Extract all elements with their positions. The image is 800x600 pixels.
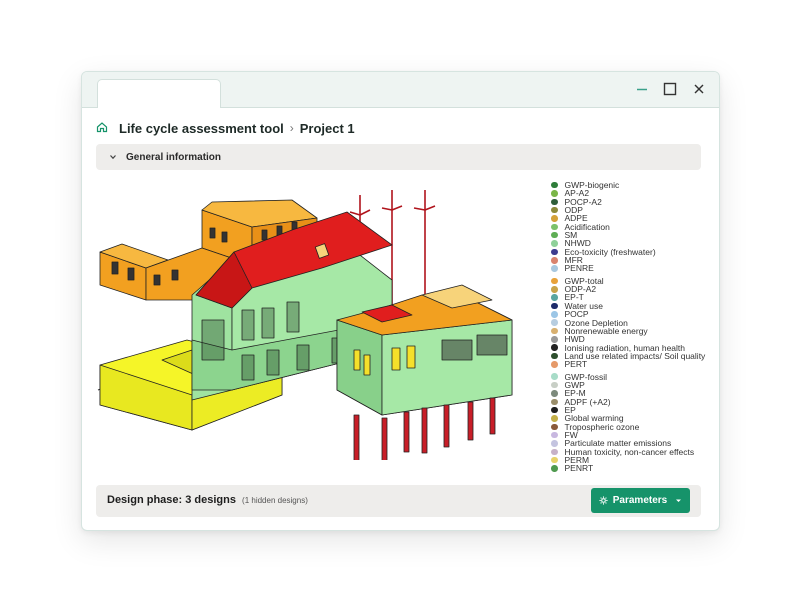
legend-item[interactable]: PERT — [551, 359, 716, 370]
minimize-icon[interactable] — [634, 81, 650, 97]
hidden-designs-note: (1 hidden designs) — [242, 496, 308, 505]
section-title: General information — [126, 151, 222, 163]
impact-legend: GWP-biogenic AP-A2 POCP-A2 ODP ADPE Acidifica… — [551, 181, 716, 477]
building-3d-model[interactable] — [92, 190, 522, 471]
close-icon[interactable] — [691, 81, 707, 97]
legend-swatch — [551, 344, 558, 351]
app-window: Life cycle assessment tool › Project 1 G… — [81, 71, 720, 531]
parameters-button[interactable]: Parameters — [591, 488, 690, 513]
legend-swatch — [551, 327, 558, 335]
legend-swatch — [551, 215, 558, 222]
legend-swatch — [551, 231, 558, 239]
legend-swatch — [551, 257, 558, 264]
legend-swatch — [551, 198, 558, 206]
legend-swatch — [551, 361, 558, 368]
title-bar — [82, 72, 719, 108]
design-phase-label: Design phase: 3 designs — [107, 494, 236, 506]
legend-swatch — [551, 294, 558, 301]
window-tab[interactable] — [97, 79, 221, 108]
legend-swatch — [551, 398, 558, 406]
general-information-toggle[interactable]: General information — [96, 144, 701, 170]
legend-swatch — [551, 277, 558, 285]
legend-swatch — [551, 248, 558, 256]
legend-swatch — [551, 336, 558, 343]
parameters-label: Parameters — [612, 495, 668, 506]
legend-swatch — [551, 286, 558, 293]
legend-swatch — [551, 373, 558, 380]
legend-swatch — [551, 223, 558, 231]
legend-label: PENRT — [564, 463, 594, 474]
breadcrumb: Life cycle assessment tool › Project 1 — [96, 118, 355, 138]
gear-icon — [599, 496, 608, 505]
legend-swatch — [551, 415, 558, 422]
legend-label: PERT — [564, 359, 588, 370]
legend-swatch — [551, 181, 558, 189]
legend-swatch — [551, 440, 558, 447]
legend-swatch — [551, 406, 558, 414]
legend-item[interactable]: PENRE — [551, 263, 716, 274]
breadcrumb-separator: › — [289, 121, 294, 135]
breadcrumb-project: Project 1 — [299, 120, 355, 136]
legend-item[interactable]: PENRT — [551, 463, 716, 474]
legend-swatch — [551, 456, 558, 464]
legend-swatch — [551, 311, 558, 318]
chevron-down-icon — [108, 152, 118, 162]
legend-group: GWP-fossil GWP EP-M ADPF (+A2) EP Global warm… — [551, 372, 716, 474]
legend-swatch — [551, 265, 558, 272]
legend-swatch — [551, 352, 558, 360]
legend-swatch — [551, 206, 558, 214]
caret-down-icon — [675, 497, 682, 504]
legend-swatch — [551, 302, 558, 310]
legend-swatch — [551, 381, 558, 389]
legend-swatch — [551, 319, 558, 326]
home-icon[interactable] — [96, 121, 110, 135]
legend-swatch — [551, 448, 558, 456]
maximize-icon[interactable] — [662, 81, 678, 97]
breadcrumb-app-title[interactable]: Life cycle assessment tool — [119, 121, 284, 136]
legend-label: PENRE — [564, 263, 594, 274]
legend-group: GWP-biogenic AP-A2 POCP-A2 ODP ADPE Acidifica… — [551, 181, 716, 273]
legend-group: GWP-total ODP-A2 EP-T Water use POCP Ozone De… — [551, 276, 716, 370]
legend-swatch — [551, 390, 558, 397]
footer-bar: Design phase: 3 designs (1 hidden design… — [96, 485, 701, 517]
legend-swatch — [551, 190, 558, 197]
legend-swatch — [551, 240, 558, 247]
design-phase-summary: Design phase: 3 designs (1 hidden design… — [107, 494, 308, 506]
legend-swatch — [551, 465, 558, 472]
legend-swatch — [551, 431, 558, 439]
legend-swatch — [551, 423, 558, 431]
